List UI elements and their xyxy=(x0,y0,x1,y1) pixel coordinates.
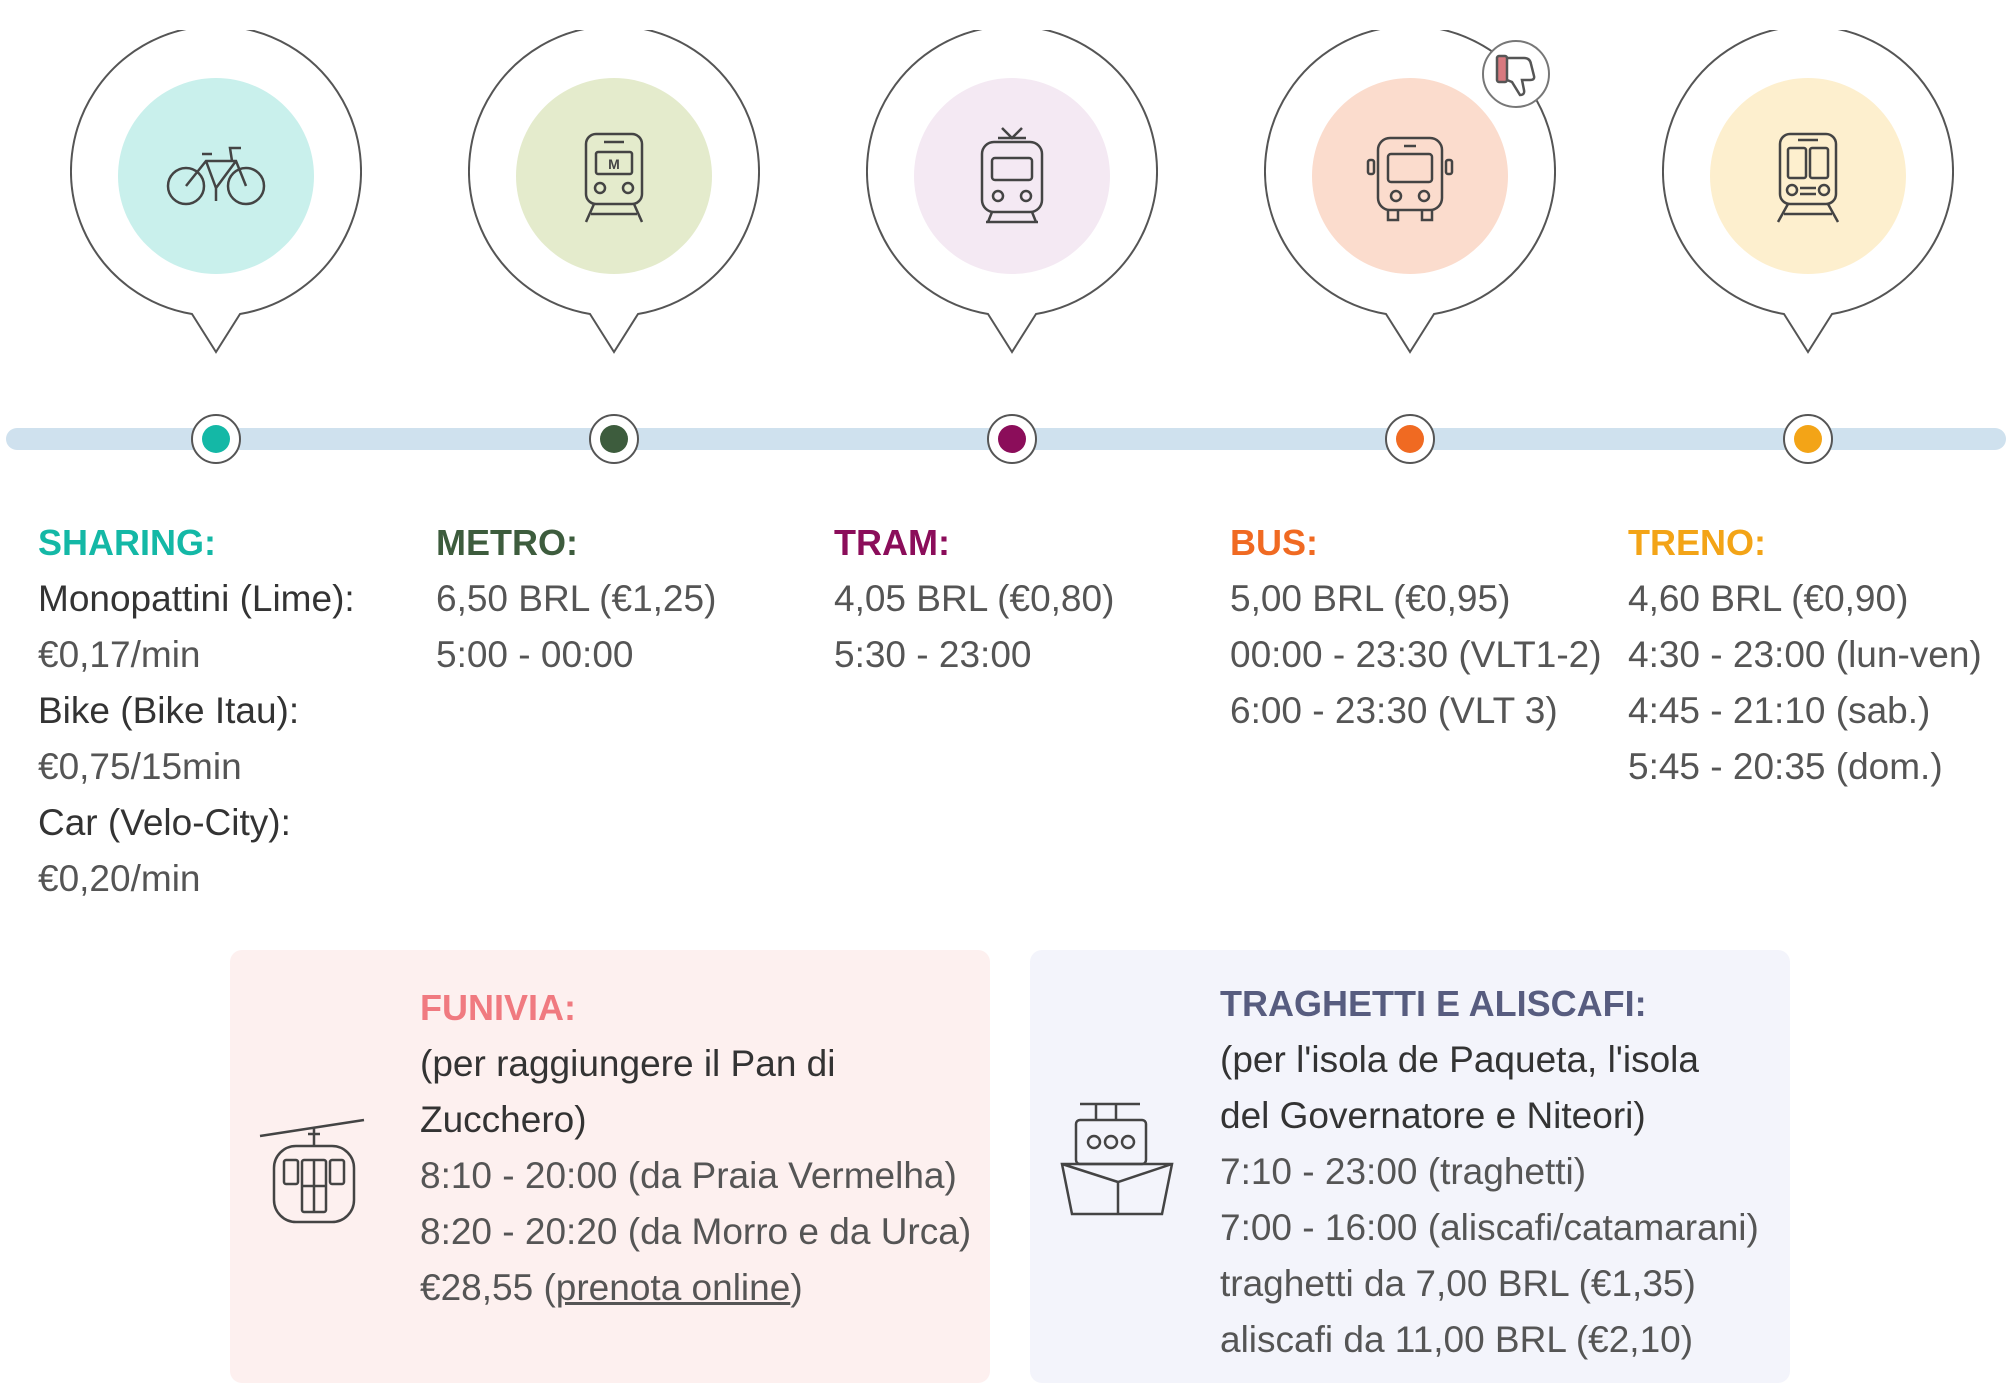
bus-line: 6:00 - 23:30 (VLT 3) xyxy=(1230,690,1558,731)
bubble-treno xyxy=(1662,30,1954,360)
traghetti-subtitle: del Governatore e Niteori) xyxy=(1220,1095,1646,1136)
metro-line: 5:00 - 00:00 xyxy=(436,634,634,675)
treno-title: TRENO: xyxy=(1628,522,1766,563)
metro-badge-letter: M xyxy=(608,156,620,172)
funivia-subtitle: (per raggiungere il Pan di xyxy=(420,1043,836,1084)
traghetti-card: TRAGHETTI E ALISCAFI: (per l'isola de Pa… xyxy=(1030,950,1790,1383)
sharing-line-label: Monopattini (Lime): xyxy=(38,578,355,619)
sharing-title: SHARING: xyxy=(38,522,216,563)
bubble-metro: M xyxy=(468,30,760,360)
bus-title: BUS: xyxy=(1230,522,1318,563)
treno-line: 4:30 - 23:00 (lun-ven) xyxy=(1628,634,1982,675)
funivia-card: FUNIVIA: (per raggiungere il Pan di Zucc… xyxy=(230,950,990,1383)
funivia-line: 8:10 - 20:00 (da Praia Vermelha) xyxy=(420,1155,957,1196)
tram-icon xyxy=(980,127,1044,224)
bubble-sharing xyxy=(70,30,362,360)
tram-line: 4,05 BRL (€0,80) xyxy=(834,578,1115,619)
funivia-subtitle: Zucchero) xyxy=(420,1099,587,1140)
traghetti-line: 7:10 - 23:00 (traghetti) xyxy=(1220,1151,1587,1192)
treno-line: 4,60 BRL (€0,90) xyxy=(1628,578,1909,619)
metro-train-icon: M xyxy=(584,132,644,223)
metro-line: 6,50 BRL (€1,25) xyxy=(436,578,717,619)
funivia-price-end: ) xyxy=(790,1267,803,1308)
thumbs-down-icon[interactable] xyxy=(1482,40,1550,108)
column-sharing: SHARING: Monopattini (Lime): €0,17/min B… xyxy=(38,515,355,907)
traghetti-line: aliscafi da 11,00 BRL (€2,10) xyxy=(1220,1319,1694,1360)
tram-line: 5:30 - 23:00 xyxy=(834,634,1032,675)
funivia-line: 8:20 - 20:20 (da Morro e da Urca) xyxy=(420,1211,972,1252)
traghetti-line: 7:00 - 16:00 (aliscafi/catamarani) xyxy=(1220,1207,1759,1248)
traghetti-text: TRAGHETTI E ALISCAFI: (per l'isola de Pa… xyxy=(1220,976,1759,1368)
train-icon xyxy=(1776,132,1840,223)
funivia-price: €28,55 ( xyxy=(420,1267,556,1308)
timeline-dot-bus xyxy=(1385,414,1435,464)
column-bus: BUS: 5,00 BRL (€0,95) 00:00 - 23:30 (VLT… xyxy=(1230,515,1602,739)
traghetti-subtitle: (per l'isola de Paqueta, l'isola xyxy=(1220,1039,1699,1080)
timeline-dot-metro xyxy=(589,414,639,464)
timeline-dot-treno xyxy=(1783,414,1833,464)
column-treno: TRENO: 4,60 BRL (€0,90) 4:30 - 23:00 (lu… xyxy=(1628,515,1982,795)
funivia-title: FUNIVIA: xyxy=(420,987,576,1028)
sharing-line-value: €0,17/min xyxy=(38,634,201,675)
treno-line: 4:45 - 21:10 (sab.) xyxy=(1628,690,1931,731)
funivia-text: FUNIVIA: (per raggiungere il Pan di Zucc… xyxy=(420,980,971,1316)
treno-line: 5:45 - 20:35 (dom.) xyxy=(1628,746,1943,787)
sharing-line-value: €0,75/15min xyxy=(38,746,242,787)
ferry-icon xyxy=(1060,1102,1174,1216)
column-tram: TRAM: 4,05 BRL (€0,80) 5:30 - 23:00 xyxy=(834,515,1114,683)
traghetti-title: TRAGHETTI E ALISCAFI: xyxy=(1220,983,1647,1024)
timeline-dot-tram xyxy=(987,414,1037,464)
prenota-online-link[interactable]: prenota online xyxy=(556,1267,791,1308)
tram-title: TRAM: xyxy=(834,522,950,563)
bicycle-icon xyxy=(166,146,266,206)
bubble-tram xyxy=(866,30,1158,360)
cable-car-icon xyxy=(259,1118,365,1224)
bus-icon xyxy=(1366,136,1454,222)
sharing-line-label: Car (Velo-City): xyxy=(38,802,291,843)
bus-line: 00:00 - 23:30 (VLT1-2) xyxy=(1230,634,1602,675)
column-metro: METRO: 6,50 BRL (€1,25) 5:00 - 00:00 xyxy=(436,515,716,683)
metro-title: METRO: xyxy=(436,522,578,563)
sharing-line-label: Bike (Bike Itau): xyxy=(38,690,300,731)
timeline-dot-sharing xyxy=(191,414,241,464)
bus-line: 5,00 BRL (€0,95) xyxy=(1230,578,1511,619)
sharing-line-value: €0,20/min xyxy=(38,858,201,899)
funivia-price-row: €28,55 (prenota online) xyxy=(420,1260,971,1316)
traghetti-line: traghetti da 7,00 BRL (€1,35) xyxy=(1220,1263,1696,1304)
